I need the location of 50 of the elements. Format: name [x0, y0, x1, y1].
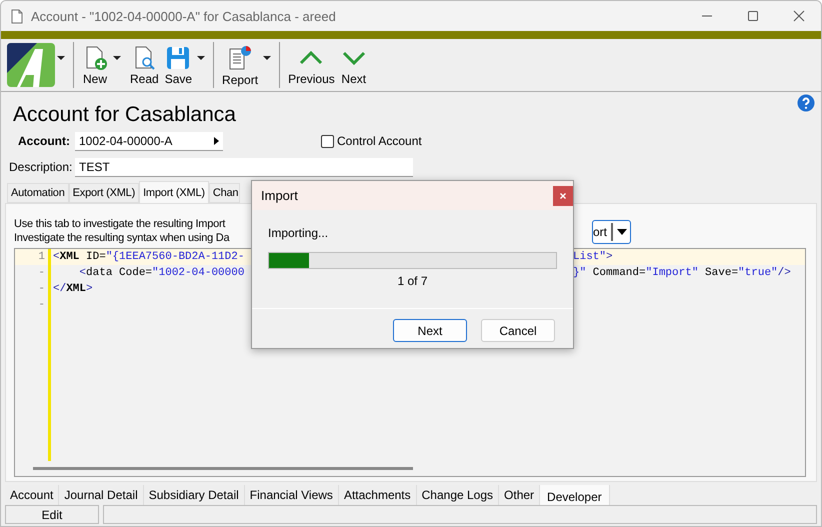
code-line: <data Code="1002-04-00000: [78, 267, 244, 279]
previous-button[interactable]: Previous: [285, 44, 338, 86]
line-number: -: [38, 299, 45, 311]
progress-text: 1 of 7: [397, 274, 428, 288]
tab[interactable]: Import (XML): [139, 181, 209, 203]
info-text: Use this tab to investigate the resulting Import: [14, 218, 226, 230]
mode-dropdown[interactable]: ort: [592, 220, 631, 244]
account-field[interactable]: 1002-04-00000-A: [75, 132, 223, 150]
caret-icon: [617, 229, 627, 235]
tab[interactable]: Automation: [7, 183, 69, 203]
help-icon[interactable]: [797, 94, 815, 112]
caret-icon[interactable]: [197, 56, 206, 60]
caret-icon[interactable]: [113, 56, 121, 60]
code-line: </XML>: [53, 283, 93, 295]
window-title: Account - "1002-04-00000-A" for Casablanca - areed: [31, 8, 336, 24]
tab[interactable]: Developer: [540, 485, 610, 505]
triangle-icon: [214, 136, 219, 144]
code-line: List">: [573, 251, 613, 263]
report-button[interactable]: Report: [219, 44, 262, 86]
status-message: Importing...: [268, 226, 330, 240]
document-icon: [11, 8, 23, 24]
description-field[interactable]: TEST: [75, 158, 413, 176]
line-number: -: [38, 283, 45, 295]
horizontal-scrollbar[interactable]: [33, 467, 413, 470]
dialog-title: Import: [261, 188, 298, 203]
next-button[interactable]: Next: [338, 44, 370, 86]
tab[interactable]: Export (XML): [68, 183, 140, 203]
line-number: 1: [38, 251, 45, 263]
cancel-button[interactable]: Cancel: [481, 319, 555, 342]
close-button[interactable]: [793, 10, 805, 22]
field-label: Description:: [8, 160, 74, 174]
logo-button[interactable]: [7, 43, 55, 87]
status-mode: Edit: [5, 505, 99, 524]
caret-icon[interactable]: [57, 56, 65, 60]
control-account-checkbox[interactable]: Control Account: [321, 134, 422, 148]
maximize-button[interactable]: [747, 10, 759, 22]
read-button[interactable]: Read: [127, 44, 162, 86]
page-heading: Account for Casablanca: [13, 103, 236, 127]
code-line: }" Command="Import" Save="true"/>: [573, 267, 791, 279]
field-label: Account:: [17, 134, 71, 148]
code-line: <XML ID="{1EEA7560-BD2A-11D2-: [53, 251, 244, 263]
caret-icon[interactable]: [263, 56, 272, 60]
logo: [7, 43, 55, 87]
line-number: -: [38, 267, 45, 279]
close-button[interactable]: [553, 186, 573, 206]
save-button[interactable]: Save: [162, 44, 196, 86]
info-text: Investigate the resulting syntax when using Da: [14, 232, 230, 244]
new-button[interactable]: New: [79, 44, 111, 86]
tab[interactable]: Chan: [208, 183, 240, 203]
next-button[interactable]: Next: [393, 319, 467, 342]
